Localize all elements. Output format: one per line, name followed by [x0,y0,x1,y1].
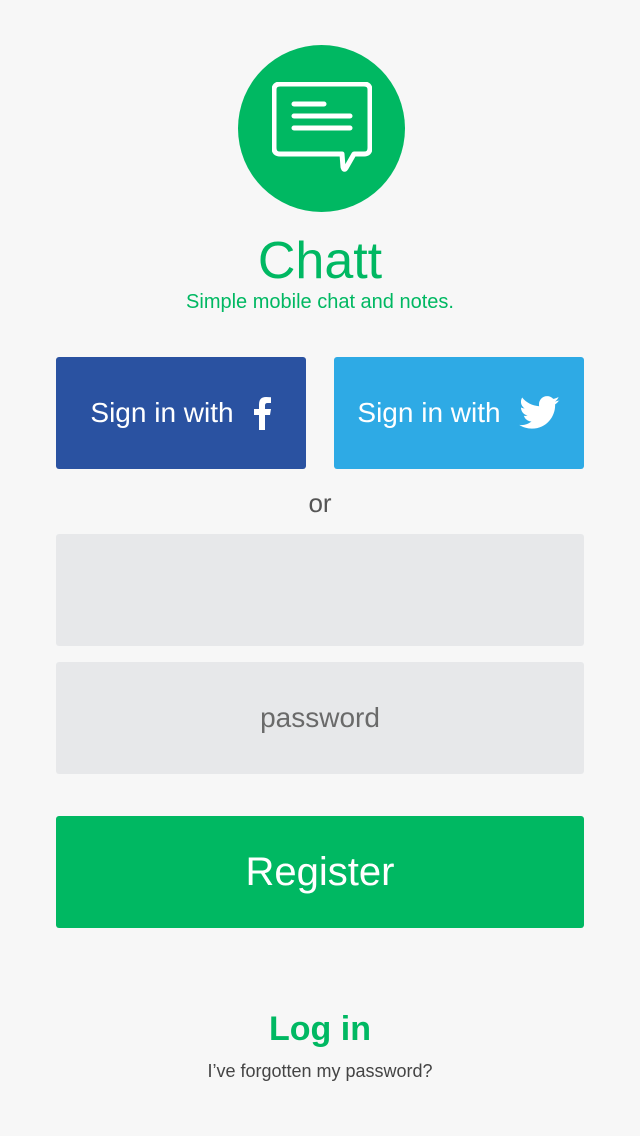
forgot-password-link[interactable]: I’ve forgotten my password? [0,1058,640,1084]
app-logo [238,45,405,212]
app-name: Chatt [257,232,383,290]
login-screen: Chatt Simple mobile chat and notes. Sign… [0,0,640,1136]
login-link[interactable]: Log in [0,1007,640,1051]
or-separator: or [308,488,332,518]
facebook-signin-button[interactable]: Sign in with [56,357,306,469]
register-button[interactable]: Register [56,816,584,928]
facebook-icon [252,396,272,430]
twitter-signin-button[interactable]: Sign in with [334,357,584,469]
app-tagline: Simple mobile chat and notes. [186,291,454,313]
chat-bubble-icon [271,81,372,172]
facebook-signin-label: Sign in with [90,397,234,428]
twitter-icon [518,396,561,430]
password-field[interactable] [56,662,584,774]
email-field[interactable] [56,534,584,646]
twitter-signin-label: Sign in with [357,397,501,428]
